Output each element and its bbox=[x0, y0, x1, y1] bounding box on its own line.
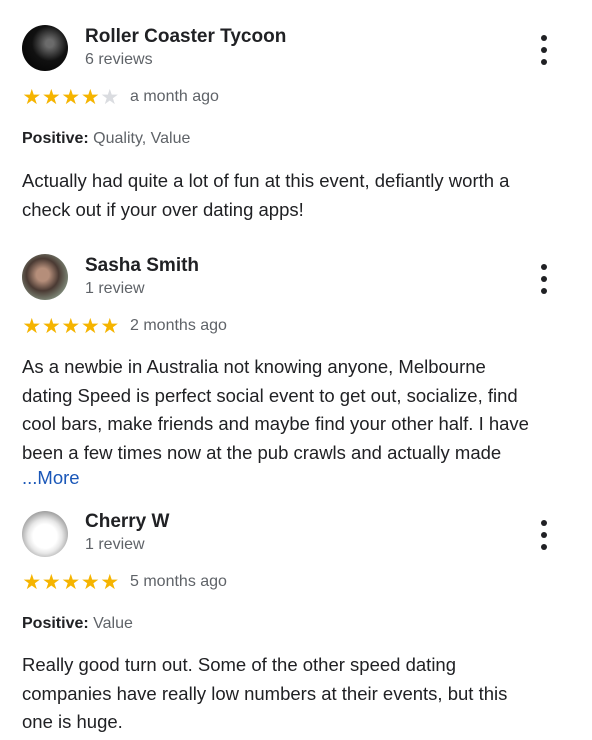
review-text-line: check out if your over dating apps! bbox=[22, 198, 304, 220]
avatar[interactable] bbox=[22, 25, 68, 71]
review-text: Really good turn out. Some of the other … bbox=[22, 651, 572, 737]
review-text: As a newbie in Australia not knowing any… bbox=[22, 353, 572, 467]
avatar[interactable] bbox=[22, 254, 68, 300]
highlight-values: Quality, Value bbox=[93, 130, 191, 147]
review-count: 6 reviews bbox=[85, 51, 153, 68]
review-date: 5 months ago bbox=[130, 573, 227, 590]
review-highlights: Positive: Value bbox=[22, 615, 133, 633]
review-text: Actually had quite a lot of fun at this … bbox=[22, 167, 572, 224]
review-text-line: Really good turn out. Some of the other … bbox=[22, 654, 457, 675]
review-date: 2 months ago bbox=[130, 317, 227, 334]
highlight-label: Positive: bbox=[22, 615, 89, 632]
reviewer-name[interactable]: Roller Coaster Tycoon bbox=[85, 26, 286, 48]
review-text-line: cool bars, make friends and maybe find y… bbox=[22, 413, 529, 434]
star-icon: ★ bbox=[80, 86, 100, 109]
star-icon: ★ bbox=[100, 86, 120, 109]
star-icon: ★ bbox=[61, 315, 81, 338]
star-rating: ★ ★ ★ ★ ★ bbox=[22, 315, 120, 338]
more-vert-icon bbox=[541, 264, 547, 270]
review-count: 1 review bbox=[85, 280, 145, 297]
star-rating: ★ ★ ★ ★ ★ bbox=[22, 571, 120, 594]
review-text-line: been a few times now at the pub crawls a… bbox=[22, 441, 502, 463]
review-text-line: Actually had quite a lot of fun at this … bbox=[22, 170, 510, 191]
star-icon: ★ bbox=[61, 86, 81, 109]
star-icon: ★ bbox=[22, 315, 42, 338]
star-rating: ★ ★ ★ ★ ★ bbox=[22, 86, 120, 109]
review-text-line: one is huge. bbox=[22, 711, 123, 732]
review-text-line: companies have really low numbers at the… bbox=[22, 682, 508, 704]
more-options-button[interactable] bbox=[532, 35, 556, 65]
more-vert-icon bbox=[541, 520, 547, 526]
avatar[interactable] bbox=[22, 511, 68, 557]
more-vert-icon bbox=[541, 35, 547, 41]
star-icon: ★ bbox=[61, 571, 81, 594]
star-icon: ★ bbox=[41, 86, 61, 109]
star-icon: ★ bbox=[41, 571, 61, 594]
more-link[interactable]: ...More bbox=[22, 467, 80, 489]
review-text-line: As a newbie in Australia not knowing any… bbox=[22, 356, 486, 377]
highlight-values: Value bbox=[93, 615, 133, 632]
star-icon: ★ bbox=[80, 571, 100, 594]
star-icon: ★ bbox=[100, 571, 120, 594]
highlight-label: Positive: bbox=[22, 130, 89, 147]
star-icon: ★ bbox=[100, 315, 120, 338]
star-icon: ★ bbox=[22, 86, 42, 109]
more-options-button[interactable] bbox=[532, 520, 556, 550]
review-text-line: dating Speed is perfect social event to … bbox=[22, 384, 518, 406]
star-icon: ★ bbox=[41, 315, 61, 338]
review-highlights: Positive: Quality, Value bbox=[22, 130, 190, 148]
review-count: 1 review bbox=[85, 536, 145, 553]
reviewer-name[interactable]: Sasha Smith bbox=[85, 255, 199, 277]
review-date: a month ago bbox=[130, 88, 219, 105]
reviewer-name[interactable]: Cherry W bbox=[85, 511, 169, 533]
star-icon: ★ bbox=[80, 315, 100, 338]
star-icon: ★ bbox=[22, 571, 42, 594]
more-options-button[interactable] bbox=[532, 264, 556, 294]
